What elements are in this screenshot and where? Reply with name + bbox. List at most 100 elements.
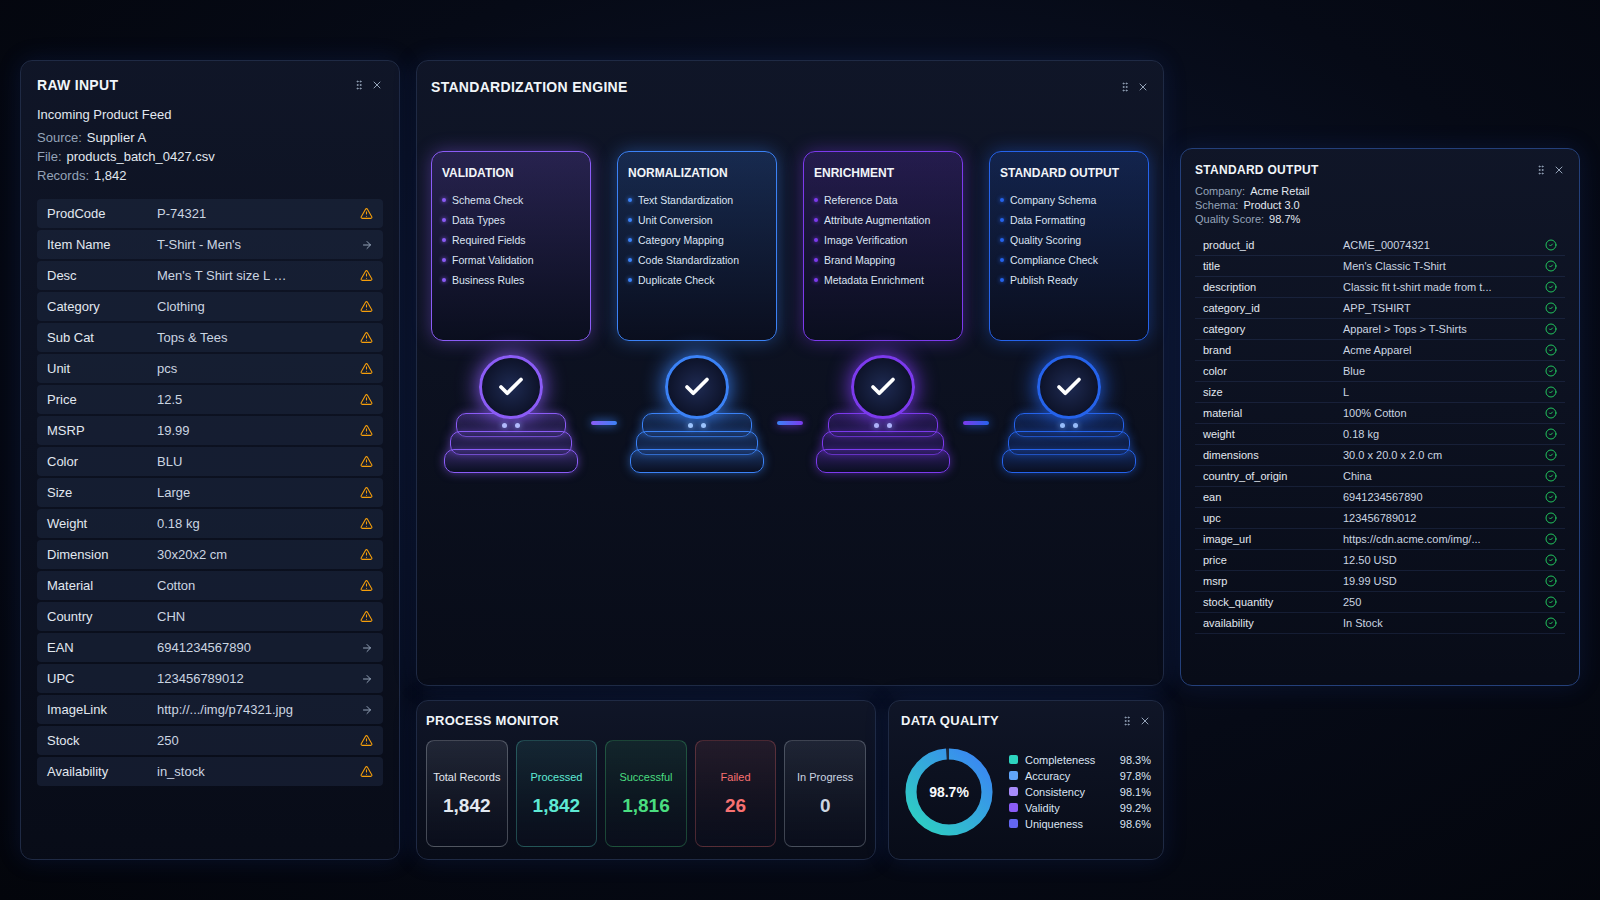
field-value: 250 bbox=[1343, 596, 1541, 608]
output-row[interactable]: image_urlhttps://cdn.acme.com/img/... bbox=[1195, 529, 1565, 550]
field-name: weight bbox=[1203, 428, 1343, 440]
field-value: 0.18 kg bbox=[1343, 428, 1541, 440]
output-row[interactable]: ean6941234567890 bbox=[1195, 487, 1565, 508]
output-row[interactable]: availabilityIn Stock bbox=[1195, 613, 1565, 634]
meta-line: Schema:Product 3.0 bbox=[1195, 199, 1565, 211]
stage-pedestal bbox=[816, 355, 950, 473]
panel-title: STANDARDIZATION ENGINE bbox=[431, 79, 628, 95]
field-name: material bbox=[1203, 407, 1343, 419]
field-name: Category bbox=[47, 299, 157, 314]
warning-icon bbox=[360, 393, 373, 406]
raw-row[interactable]: Stock250 bbox=[37, 726, 383, 755]
drag-handle-icon[interactable] bbox=[1119, 81, 1131, 93]
stage-item: Quality Scoring bbox=[1000, 234, 1138, 246]
check-icon bbox=[682, 372, 712, 402]
drag-handle-icon[interactable] bbox=[1121, 715, 1133, 727]
drag-handle-icon[interactable] bbox=[1535, 164, 1547, 176]
warning-icon bbox=[360, 207, 373, 220]
field-name: Weight bbox=[47, 516, 157, 531]
legend-swatch bbox=[1009, 755, 1018, 764]
quality-score: 98.7% bbox=[929, 784, 969, 800]
raw-row[interactable]: SizeLarge bbox=[37, 478, 383, 507]
raw-row[interactable]: EAN6941234567890 bbox=[37, 633, 383, 662]
pedestal-light bbox=[1073, 423, 1078, 428]
row-status bbox=[1541, 617, 1557, 629]
field-name: description bbox=[1203, 281, 1343, 293]
stage-card[interactable]: NORMALIZATIONText StandardizationUnit Co… bbox=[617, 151, 777, 341]
output-row[interactable]: material100% Cotton bbox=[1195, 403, 1565, 424]
drag-handle-icon[interactable] bbox=[353, 79, 365, 91]
raw-row[interactable]: ImageLinkhttp://.../img/p74321.jpg bbox=[37, 695, 383, 724]
arrow-icon bbox=[361, 239, 373, 251]
row-status bbox=[1541, 491, 1557, 503]
output-row[interactable]: stock_quantity250 bbox=[1195, 592, 1565, 613]
raw-row[interactable]: ColorBLU bbox=[37, 447, 383, 476]
raw-row[interactable]: Availabilityin_stock bbox=[37, 757, 383, 786]
close-icon[interactable] bbox=[1137, 81, 1149, 93]
meta-line: Records:1,842 bbox=[37, 168, 383, 183]
raw-row[interactable]: ProdCodeP-74321 bbox=[37, 199, 383, 228]
output-row[interactable]: descriptionClassic fit t-shirt made from… bbox=[1195, 277, 1565, 298]
raw-row[interactable]: CategoryClothing bbox=[37, 292, 383, 321]
output-row[interactable]: country_of_originChina bbox=[1195, 466, 1565, 487]
stage: NORMALIZATIONText StandardizationUnit Co… bbox=[617, 151, 777, 473]
bullet bbox=[628, 258, 632, 262]
meta-label: Records: bbox=[37, 168, 89, 183]
field-name: title bbox=[1203, 260, 1343, 272]
field-name: Unit bbox=[47, 361, 157, 376]
field-name: product_id bbox=[1203, 239, 1343, 251]
raw-row[interactable]: Item NameT-Shirt - Men's bbox=[37, 230, 383, 259]
output-row[interactable]: msrp19.99 USD bbox=[1195, 571, 1565, 592]
bullet bbox=[1000, 258, 1004, 262]
output-row[interactable]: upc123456789012 bbox=[1195, 508, 1565, 529]
field-value: 100% Cotton bbox=[1343, 407, 1541, 419]
output-row[interactable]: category_idAPP_TSHIRT bbox=[1195, 298, 1565, 319]
output-row[interactable]: weight0.18 kg bbox=[1195, 424, 1565, 445]
close-icon[interactable] bbox=[1553, 164, 1565, 176]
stat-value: 1,842 bbox=[533, 795, 581, 817]
raw-row[interactable]: Sub CatTops & Tees bbox=[37, 323, 383, 352]
output-row[interactable]: brandAcme Apparel bbox=[1195, 340, 1565, 361]
raw-input-panel: RAW INPUTIncoming Product FeedSource:Sup… bbox=[20, 60, 400, 860]
stage-item: Reference Data bbox=[814, 194, 952, 206]
field-value: Tops & Tees bbox=[157, 330, 355, 345]
output-row[interactable]: price12.50 USD bbox=[1195, 550, 1565, 571]
field-name: ImageLink bbox=[47, 702, 157, 717]
raw-row[interactable]: CountryCHN bbox=[37, 602, 383, 631]
pedestal-layer bbox=[816, 449, 950, 473]
row-status bbox=[1541, 344, 1557, 356]
stage-item: Brand Mapping bbox=[814, 254, 952, 266]
raw-row[interactable]: Weight0.18 kg bbox=[37, 509, 383, 538]
output-row[interactable]: sizeL bbox=[1195, 382, 1565, 403]
stage-card[interactable]: STANDARD OUTPUTCompany SchemaData Format… bbox=[989, 151, 1149, 341]
stage-card[interactable]: ENRICHMENTReference DataAttribute Augmen… bbox=[803, 151, 963, 341]
legend-swatch bbox=[1009, 803, 1018, 812]
output-row[interactable]: dimensions30.0 x 20.0 x 2.0 cm bbox=[1195, 445, 1565, 466]
raw-row[interactable]: UPC123456789012 bbox=[37, 664, 383, 693]
stat-grid: Total Records1,842Processed1,842Successf… bbox=[426, 740, 866, 847]
panel-header: DATA QUALITY bbox=[901, 713, 1151, 728]
legend-label: Consistency bbox=[1025, 786, 1114, 798]
output-row[interactable]: categoryApparel > Tops > T-Shirts bbox=[1195, 319, 1565, 340]
stage-item: Metadata Enrichment bbox=[814, 274, 952, 286]
close-icon[interactable] bbox=[1139, 715, 1151, 727]
row-status bbox=[355, 207, 373, 220]
raw-row[interactable]: MaterialCotton bbox=[37, 571, 383, 600]
field-value: P-74321 bbox=[157, 206, 355, 221]
raw-row[interactable]: DescMen's T Shirt size L … bbox=[37, 261, 383, 290]
field-value: APP_TSHIRT bbox=[1343, 302, 1541, 314]
pedestal-layer bbox=[630, 449, 764, 473]
raw-row[interactable]: Unitpcs bbox=[37, 354, 383, 383]
output-row[interactable]: titleMen's Classic T-Shirt bbox=[1195, 256, 1565, 277]
output-row[interactable]: product_idACME_00074321 bbox=[1195, 235, 1565, 256]
close-icon[interactable] bbox=[371, 79, 383, 91]
raw-row[interactable]: MSRP19.99 bbox=[37, 416, 383, 445]
raw-row[interactable]: Price12.5 bbox=[37, 385, 383, 414]
field-name: MSRP bbox=[47, 423, 157, 438]
field-name: Availability bbox=[47, 764, 157, 779]
stat-value: 1,816 bbox=[622, 795, 670, 817]
raw-row[interactable]: Dimension30x20x2 cm bbox=[37, 540, 383, 569]
stage-card[interactable]: VALIDATIONSchema CheckData TypesRequired… bbox=[431, 151, 591, 341]
row-status bbox=[355, 393, 373, 406]
output-row[interactable]: colorBlue bbox=[1195, 361, 1565, 382]
